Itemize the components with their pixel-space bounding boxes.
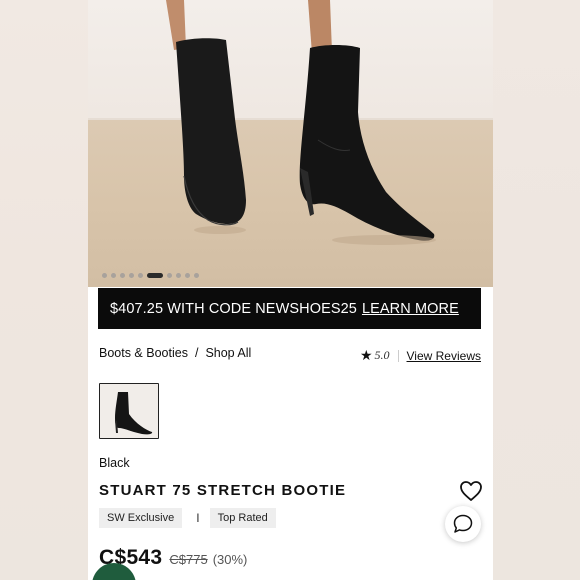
badge-sw-exclusive: SW Exclusive — [99, 508, 183, 528]
original-price: C$775 — [169, 552, 208, 567]
carousel-dot[interactable] — [120, 272, 125, 278]
badge-separator: I — [196, 511, 200, 525]
chat-button[interactable] — [445, 506, 481, 542]
boots-illustration — [166, 0, 436, 245]
carousel-dots[interactable] — [102, 271, 199, 279]
carousel-dot[interactable] — [185, 272, 190, 278]
carousel-dot[interactable] — [138, 272, 143, 278]
breadcrumb-separator: / — [194, 346, 199, 360]
carousel-dot[interactable] — [167, 272, 172, 278]
discount-percent: (30%) — [212, 552, 248, 567]
product-title: STUART 75 STRETCH BOOTIE — [99, 482, 347, 499]
star-icon: ★ — [359, 347, 373, 363]
chat-icon — [453, 514, 473, 533]
rating-score: 5.0 — [374, 348, 390, 362]
view-reviews-link[interactable]: View Reviews — [407, 349, 481, 363]
breadcrumb-shop-all[interactable]: Shop All — [205, 346, 251, 360]
background-left — [0, 0, 88, 580]
breadcrumb-boots-booties[interactable]: Boots & Booties — [99, 346, 188, 360]
carousel-dot-active[interactable] — [147, 272, 163, 278]
promo-text: $407.25 WITH CODE NEWSHOES25 — [110, 300, 357, 317]
carousel-dot[interactable] — [102, 272, 107, 278]
carousel-dot[interactable] — [129, 272, 134, 278]
badge-top-rated: Top Rated — [209, 508, 276, 528]
product-image[interactable] — [88, 0, 493, 287]
rating-summary: ★ 5.0 View Reviews — [360, 347, 481, 364]
breadcrumb: Boots & Booties / Shop All — [99, 346, 251, 360]
promo-banner: $407.25 WITH CODE NEWSHOES25 LEARN MORE — [98, 288, 481, 329]
selected-color-label: Black — [99, 456, 130, 470]
product-page: $407.25 WITH CODE NEWSHOES25 LEARN MORE … — [88, 0, 493, 580]
carousel-dot[interactable] — [176, 272, 181, 278]
color-swatch-black[interactable] — [99, 383, 159, 439]
background-right — [492, 0, 580, 580]
rating-divider — [397, 349, 399, 362]
learn-more-link[interactable]: LEARN MORE — [362, 301, 459, 317]
product-badges: SW Exclusive I Top Rated — [99, 508, 276, 528]
carousel-dot[interactable] — [111, 272, 116, 278]
heart-icon[interactable] — [459, 480, 483, 502]
swatch-boot-image — [100, 384, 158, 438]
carousel-dot[interactable] — [194, 272, 199, 278]
